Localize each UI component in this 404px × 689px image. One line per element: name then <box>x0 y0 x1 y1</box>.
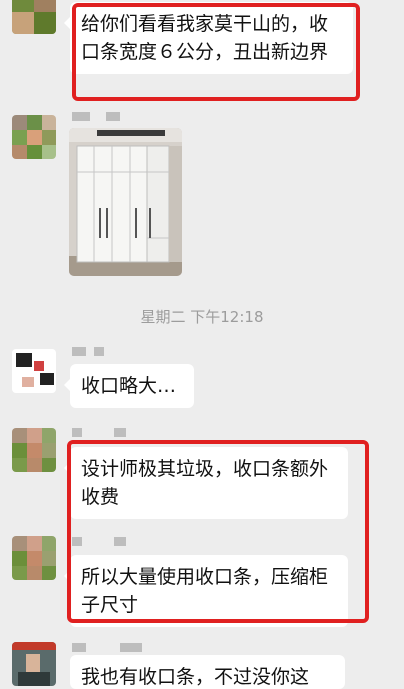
highlight-box <box>72 3 360 101</box>
sender-name <box>72 347 122 357</box>
message-text: 收口略大… <box>81 375 177 397</box>
avatar[interactable] <box>12 115 56 159</box>
message-bubble[interactable]: 收口略大… <box>64 364 194 408</box>
image-message[interactable] <box>69 128 182 276</box>
wardrobe-photo <box>69 128 182 276</box>
timestamp: 星期二 下午12:18 <box>140 308 264 326</box>
avatar[interactable] <box>12 349 56 393</box>
sender-name <box>72 428 132 438</box>
message-bubble[interactable]: 我也有收口条，不过没你这 <box>70 655 345 689</box>
highlight-box <box>67 440 369 623</box>
avatar[interactable] <box>12 428 56 472</box>
avatar[interactable] <box>12 642 56 686</box>
avatar[interactable] <box>12 536 56 580</box>
sender-name <box>72 643 152 653</box>
avatar[interactable] <box>12 0 56 34</box>
sender-name <box>72 112 132 122</box>
